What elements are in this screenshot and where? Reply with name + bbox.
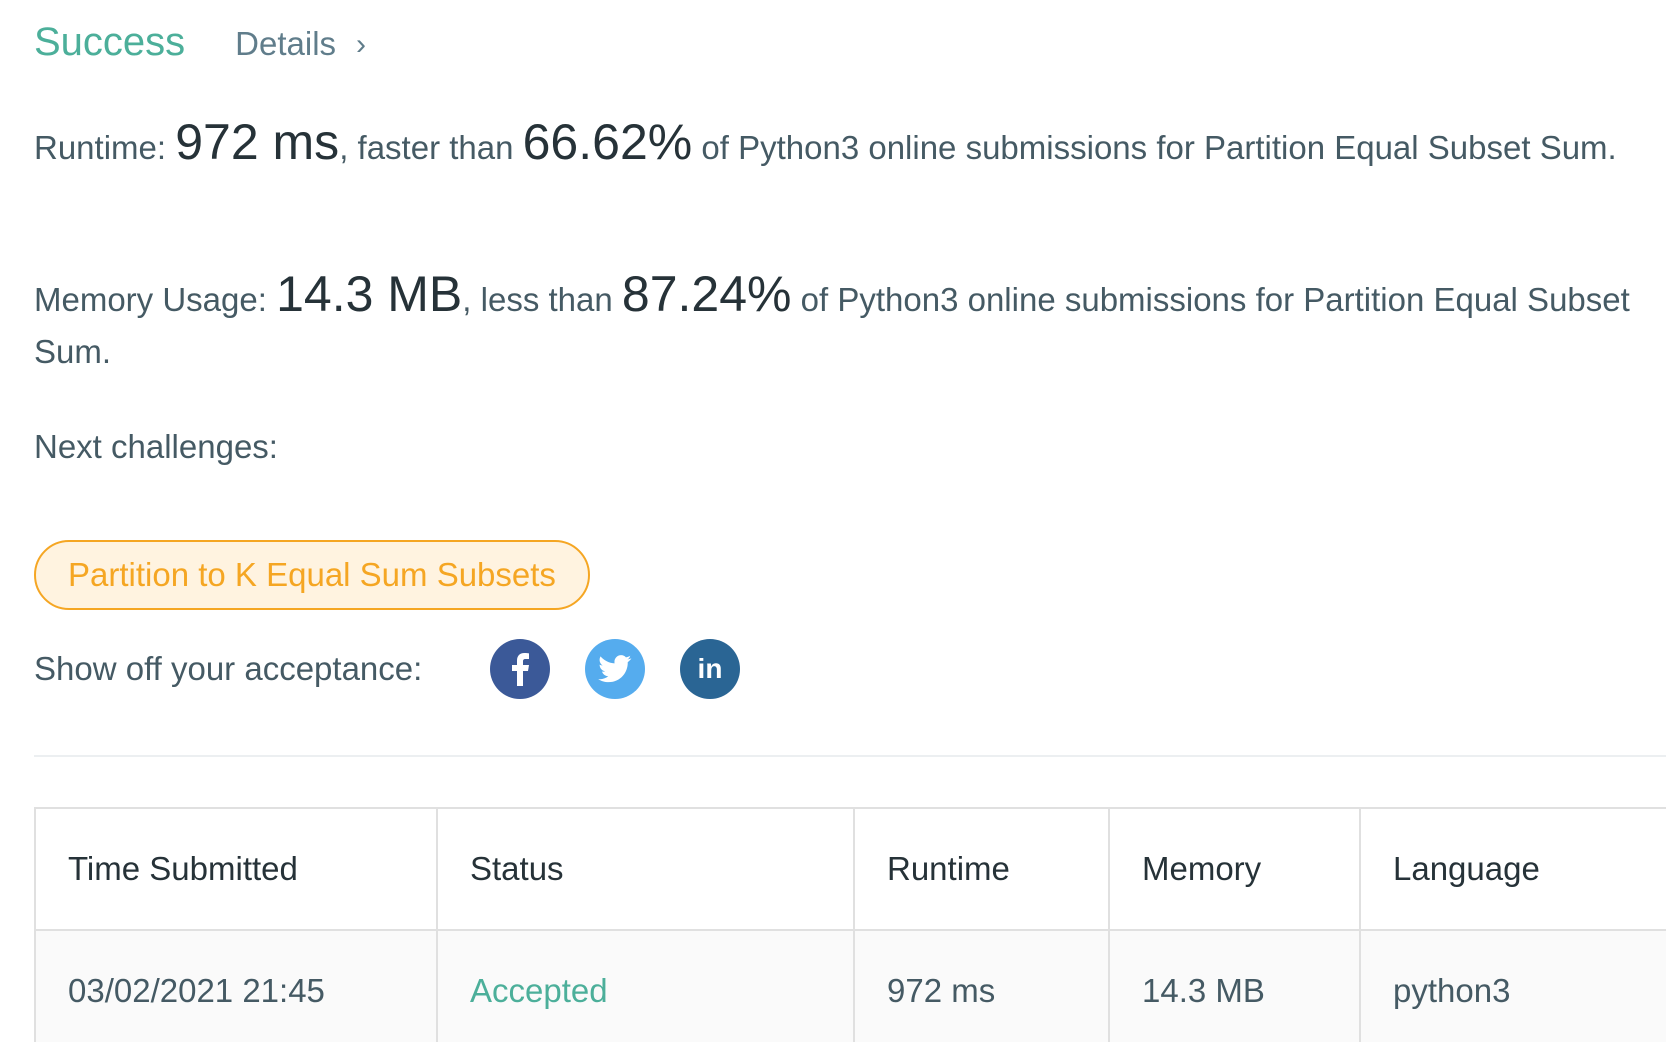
facebook-share-button[interactable] [490, 639, 551, 699]
submission-result-page: Success Details › Runtime: 972 ms, faste… [0, 0, 1666, 1042]
facebook-icon [512, 653, 530, 686]
table-row: 03/02/2021 21:45 Accepted 972 ms 14.3 MB… [34, 929, 1666, 1042]
result-header: Success Details › [34, 20, 366, 65]
cell-status-link[interactable]: Accepted [436, 929, 855, 1042]
runtime-percentile: 66.62% [522, 114, 693, 170]
runtime-suffix: of Python3 online submissions for Partit… [692, 129, 1617, 166]
memory-percentile: 87.24% [621, 266, 792, 322]
submissions-table: Time Submitted Status Runtime Memory Lan… [34, 807, 1666, 1042]
next-challenge-link[interactable]: Partition to K Equal Sum Subsets [34, 540, 590, 610]
section-divider [34, 755, 1666, 757]
linkedin-icon: in [698, 654, 723, 684]
share-section: Show off your acceptance: in [34, 638, 775, 700]
twitter-share-button[interactable] [585, 639, 646, 699]
runtime-summary: Runtime: 972 ms, faster than 66.62% of P… [34, 116, 1644, 174]
memory-value: 14.3 MB [276, 266, 463, 322]
runtime-label: Runtime: [34, 129, 176, 166]
column-header-status: Status [436, 807, 855, 931]
share-label: Show off your acceptance: [34, 650, 423, 687]
cell-time-submitted: 03/02/2021 21:45 [34, 929, 438, 1042]
chevron-right-icon: › [356, 28, 367, 61]
svg-text:in: in [698, 654, 723, 684]
memory-label: Memory Usage: [34, 281, 277, 318]
memory-comparator: , less than [462, 281, 622, 318]
social-buttons: in [490, 639, 775, 699]
details-label: Details [235, 25, 337, 62]
cell-runtime: 972 ms [853, 929, 1110, 1042]
column-header-runtime: Runtime [853, 807, 1110, 931]
status-title: Success [34, 20, 186, 64]
runtime-comparator: , faster than [339, 129, 523, 166]
cell-language: python3 [1359, 929, 1666, 1042]
column-header-language: Language [1359, 807, 1666, 931]
memory-summary: Memory Usage: 14.3 MB, less than 87.24% … [34, 268, 1644, 378]
details-link[interactable]: Details › [235, 25, 366, 63]
next-challenges-label: Next challenges: [34, 428, 278, 465]
twitter-icon [598, 655, 632, 683]
cell-memory: 14.3 MB [1108, 929, 1361, 1042]
column-header-time: Time Submitted [34, 807, 438, 931]
table-header-row: Time Submitted Status Runtime Memory Lan… [34, 807, 1666, 931]
linkedin-share-button[interactable]: in [680, 639, 741, 699]
runtime-value: 972 ms [175, 114, 340, 170]
column-header-memory: Memory [1108, 807, 1361, 931]
